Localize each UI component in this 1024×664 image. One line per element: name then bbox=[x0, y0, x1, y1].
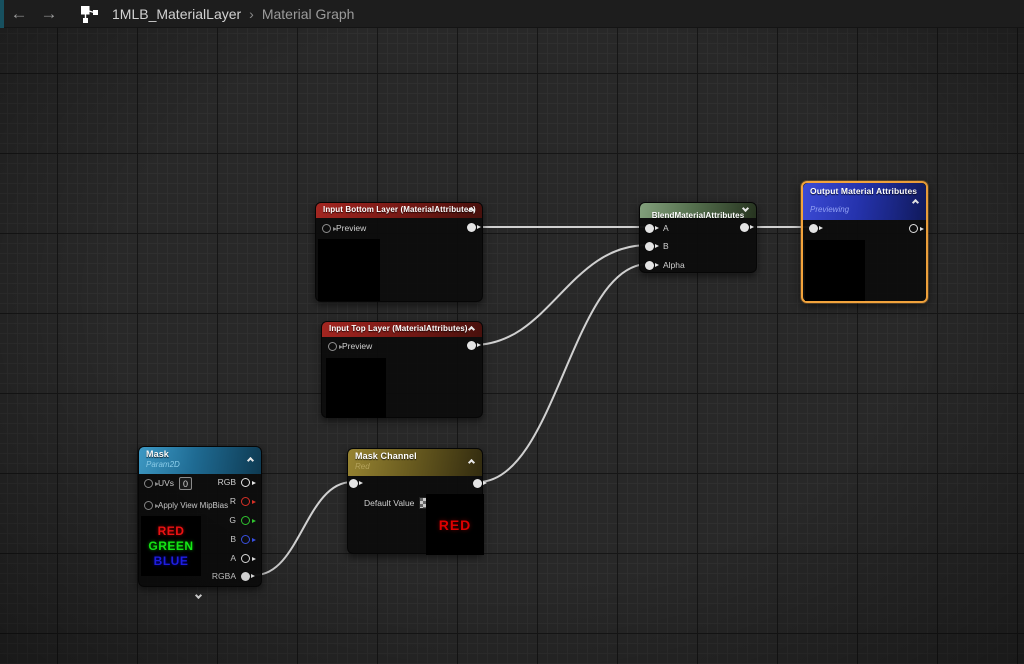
input-pin-mipbias[interactable] bbox=[144, 501, 153, 510]
output-pin[interactable] bbox=[909, 224, 918, 233]
output-pin[interactable] bbox=[467, 223, 476, 232]
breadcrumb-separator-icon: › bbox=[249, 6, 254, 22]
node-input-bottom-layer[interactable]: Input Bottom Layer (MaterialAttributes) … bbox=[315, 202, 483, 302]
node-subtitle: Red bbox=[355, 462, 475, 471]
node-subtitle: Param2D bbox=[146, 460, 254, 469]
graph-toolbar: ← → 1MLB_MaterialLayer › Material Graph bbox=[0, 0, 1024, 28]
node-preview-thumbnail bbox=[318, 239, 380, 301]
pin-label: Preview bbox=[336, 223, 366, 233]
breadcrumb-asset-name[interactable]: 1MLB_MaterialLayer bbox=[112, 6, 241, 22]
pin-label: Preview bbox=[342, 341, 372, 351]
node-title: Mask Channel bbox=[355, 451, 475, 461]
input-pin[interactable] bbox=[809, 224, 818, 233]
pin-label: RGB bbox=[218, 477, 236, 487]
chevron-down-icon[interactable] bbox=[742, 204, 749, 211]
node-header[interactable]: Mask Channel Red bbox=[348, 449, 482, 476]
output-pin-a[interactable] bbox=[241, 554, 250, 563]
node-header[interactable]: BlendMaterialAttributes bbox=[640, 203, 756, 218]
uvs-value-field[interactable]: 0 bbox=[179, 477, 192, 490]
input-pin[interactable] bbox=[349, 479, 358, 488]
node-output-material-attributes[interactable]: Output Material Attributes Previewing bbox=[801, 181, 928, 303]
material-graph-icon bbox=[72, 0, 106, 28]
node-title: Mask bbox=[146, 449, 254, 459]
pin-label: B bbox=[230, 534, 236, 544]
input-pin-preview[interactable] bbox=[328, 342, 337, 351]
output-pin[interactable] bbox=[740, 223, 749, 232]
input-pin-b[interactable] bbox=[645, 242, 654, 251]
pin-label: B bbox=[663, 241, 669, 251]
output-pin-b[interactable] bbox=[241, 535, 250, 544]
preview-text-blue: BLUE bbox=[154, 554, 189, 568]
pin-label: UVs bbox=[158, 478, 174, 488]
preview-text-red: RED bbox=[158, 524, 185, 538]
node-title: Output Material Attributes bbox=[810, 186, 919, 196]
input-pin-a[interactable] bbox=[645, 224, 654, 233]
wire-mask-rgba-to-maskchannel[interactable] bbox=[255, 482, 352, 575]
default-value-label: Default Value bbox=[364, 498, 414, 508]
output-pin[interactable] bbox=[473, 479, 482, 488]
preview-text-red: RED bbox=[439, 517, 472, 533]
node-header[interactable]: Input Top Layer (MaterialAttributes) bbox=[322, 322, 482, 337]
preview-text-green: GREEN bbox=[148, 539, 193, 553]
output-pin-g[interactable] bbox=[241, 516, 250, 525]
wire-toplayer-to-blend-b[interactable] bbox=[473, 245, 648, 345]
pin-label: Apply View MipBias bbox=[158, 501, 228, 510]
pin-label: G bbox=[229, 515, 236, 525]
node-title: Input Bottom Layer (MaterialAttributes) bbox=[323, 205, 475, 214]
back-button[interactable]: ← bbox=[4, 0, 34, 28]
node-title: BlendMaterialAttributes bbox=[652, 211, 745, 220]
pin-label: R bbox=[230, 496, 236, 506]
node-preview-thumbnail bbox=[326, 358, 386, 418]
node-input-top-layer[interactable]: Input Top Layer (MaterialAttributes) Pre… bbox=[321, 321, 483, 418]
output-pin-rgba[interactable] bbox=[241, 572, 250, 581]
input-pin-uvs[interactable] bbox=[144, 479, 153, 488]
wire-maskchannel-to-blend-alpha[interactable] bbox=[478, 264, 648, 482]
breadcrumb-current-graph[interactable]: Material Graph bbox=[262, 6, 355, 22]
node-mask-texture-param[interactable]: Mask Param2D UVs 0 Apply View MipBias RE… bbox=[138, 446, 262, 587]
output-pin[interactable] bbox=[467, 341, 476, 350]
node-header[interactable]: Output Material Attributes Previewing bbox=[803, 183, 926, 220]
input-pin-alpha[interactable] bbox=[645, 261, 654, 270]
node-title: Input Top Layer (MaterialAttributes) bbox=[329, 324, 475, 333]
input-pin-preview[interactable] bbox=[322, 224, 331, 233]
node-mask-channel[interactable]: Mask Channel Red Default Value RED bbox=[347, 448, 483, 554]
node-blend-material-attributes[interactable]: BlendMaterialAttributes A B Alpha bbox=[639, 202, 757, 273]
node-preview-thumbnail bbox=[805, 240, 865, 301]
node-header[interactable]: Input Bottom Layer (MaterialAttributes) bbox=[316, 203, 482, 218]
pin-label: RGBA bbox=[212, 571, 236, 581]
node-preview-thumbnail: RED bbox=[426, 494, 484, 555]
forward-button[interactable]: → bbox=[34, 0, 64, 28]
node-preview-thumbnail: RED GREEN BLUE bbox=[141, 516, 201, 576]
output-pin-rgb[interactable] bbox=[241, 478, 250, 487]
pin-label: Alpha bbox=[663, 260, 685, 270]
node-subtitle: Previewing bbox=[810, 205, 919, 214]
output-pin-r[interactable] bbox=[241, 497, 250, 506]
pin-label: A bbox=[230, 553, 236, 563]
node-header[interactable]: Mask Param2D bbox=[139, 447, 261, 474]
pin-label: A bbox=[663, 223, 669, 233]
